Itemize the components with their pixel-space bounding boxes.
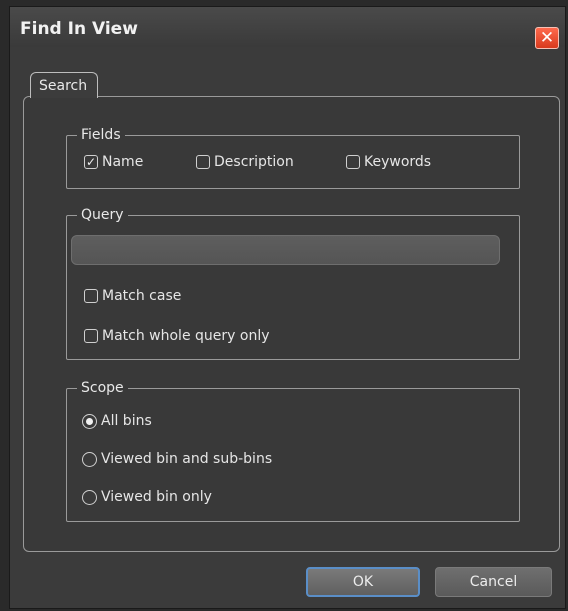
keywords-checkbox-label: Keywords: [364, 154, 432, 170]
match-whole-query-label: Match whole query only: [102, 328, 270, 344]
match-case-checkbox[interactable]: Match case: [84, 288, 181, 304]
description-checkbox-label: Description: [214, 154, 294, 170]
viewed-bin-only-label: Viewed bin only: [101, 489, 212, 505]
query-legend: Query: [81, 207, 124, 223]
name-checkbox[interactable]: ✓ Name: [84, 154, 143, 170]
radio-unselected: [82, 451, 97, 467]
name-checkbox-label: Name: [102, 154, 144, 170]
dialog-title: Find In View: [20, 19, 138, 39]
title-bar[interactable]: Find In View ✕: [10, 7, 565, 49]
query-input[interactable]: [71, 235, 500, 265]
cancel-button[interactable]: Cancel: [435, 567, 552, 597]
all-bins-label: All bins: [101, 413, 152, 429]
match-case-label: Match case: [102, 288, 182, 304]
close-icon: ✕: [539, 27, 555, 48]
scope-legend: Scope: [81, 380, 124, 396]
all-bins-radio[interactable]: All bins: [82, 413, 152, 429]
tab-search[interactable]: Search: [30, 72, 98, 98]
viewed-bin-only-radio[interactable]: Viewed bin only: [82, 489, 212, 505]
viewed-bin-and-sub-bins-label: Viewed bin and sub-bins: [101, 451, 273, 467]
match-whole-query-checkbox[interactable]: Match whole query only: [84, 328, 270, 344]
keywords-checkbox[interactable]: Keywords: [346, 154, 431, 170]
checkbox-box: [346, 155, 360, 169]
fields-legend: Fields: [81, 127, 121, 143]
checkbox-box: [84, 329, 98, 343]
checkbox-box: [196, 155, 210, 169]
viewed-bin-and-sub-bins-radio[interactable]: Viewed bin and sub-bins: [82, 451, 272, 467]
radio-selected: [82, 413, 97, 429]
ok-button[interactable]: OK: [306, 567, 420, 597]
description-checkbox[interactable]: Description: [196, 154, 294, 170]
check-icon: ✓: [84, 155, 98, 169]
checkbox-box: [84, 289, 98, 303]
close-button[interactable]: ✕: [535, 27, 559, 49]
radio-unselected: [82, 489, 97, 505]
